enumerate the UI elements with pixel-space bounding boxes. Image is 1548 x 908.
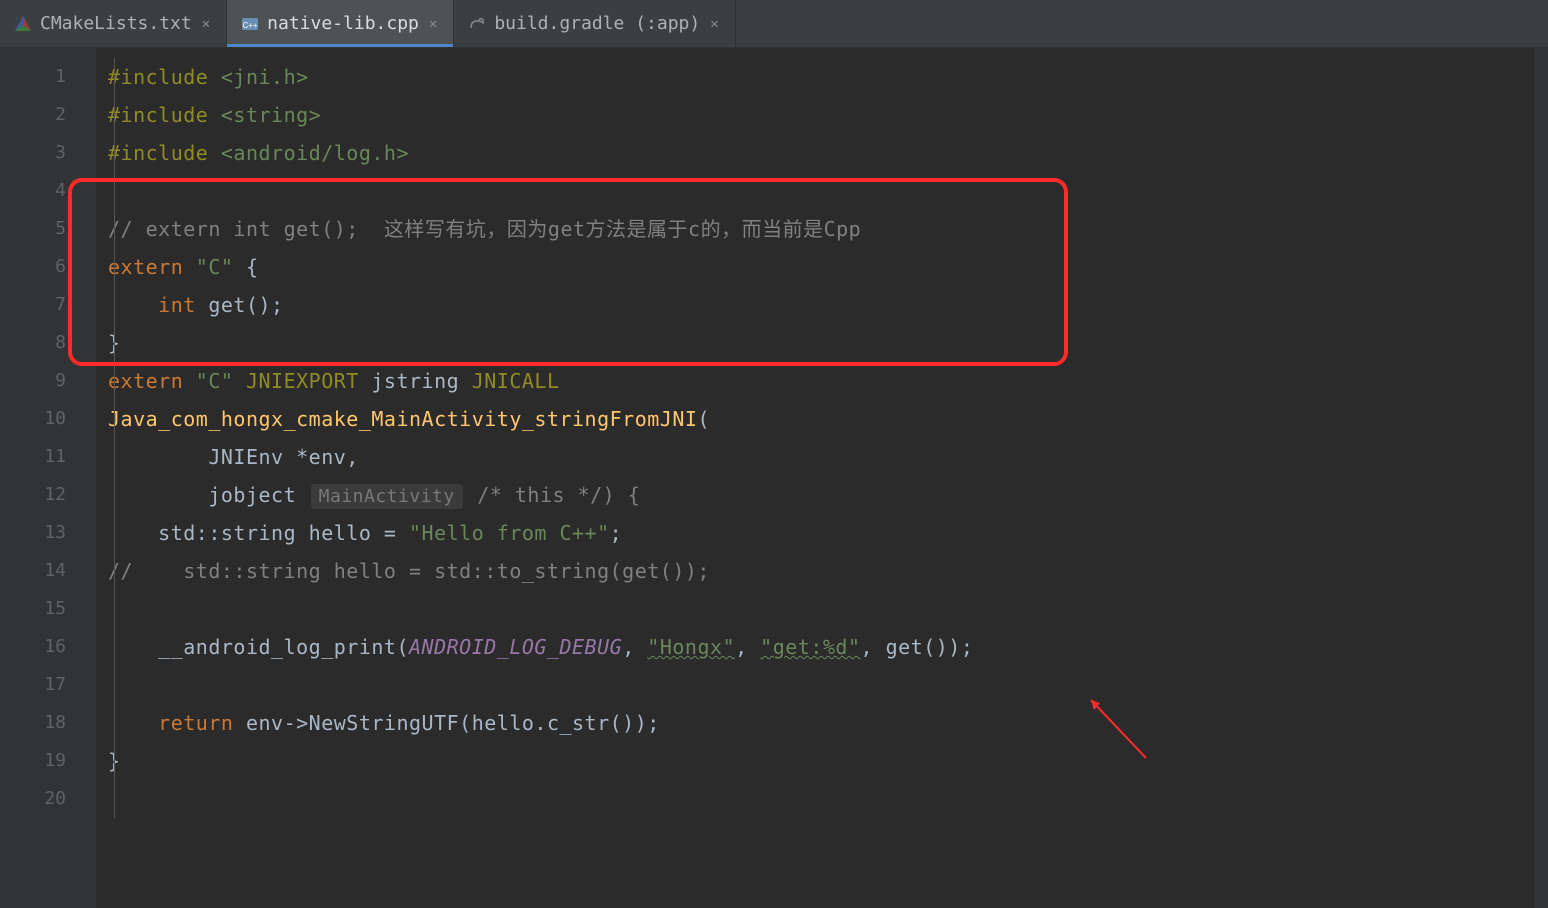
line-number: 9 <box>0 362 96 400</box>
code-line <box>96 666 1534 704</box>
tab-native-lib[interactable]: C++ native-lib.cpp ✕ <box>227 0 454 47</box>
code-line: JNIEnv *env, <box>96 438 1534 476</box>
code-line <box>96 780 1534 818</box>
line-number: 19 <box>0 742 96 780</box>
line-number: 7 <box>0 286 96 324</box>
code-line: extern "C" JNIEXPORT jstring JNICALL <box>96 362 1534 400</box>
code-line <box>96 172 1534 210</box>
svg-text:C++: C++ <box>243 21 258 30</box>
line-number: 20 <box>0 780 96 818</box>
editor-area: 1 2 3 4 5 6 7 8 9 10 11 12 13 14 15 16 1… <box>0 48 1548 908</box>
close-icon[interactable]: ✕ <box>708 14 720 34</box>
line-number: 17 <box>0 666 96 704</box>
tab-label: native-lib.cpp <box>267 13 419 34</box>
cpp-icon: C++ <box>241 15 259 33</box>
error-stripe[interactable] <box>1534 48 1548 908</box>
code-line: extern "C" { <box>96 248 1534 286</box>
line-number: 16 <box>0 628 96 666</box>
code-line: #include <android/log.h> <box>96 134 1534 172</box>
code-line <box>96 590 1534 628</box>
line-number: 2 <box>0 96 96 134</box>
code-line: #include <jni.h> <box>96 58 1534 96</box>
cmake-icon <box>14 15 32 33</box>
code-editor[interactable]: #include <jni.h> #include <string> #incl… <box>96 48 1534 908</box>
tab-bar: CMakeLists.txt ✕ C++ native-lib.cpp ✕ bu… <box>0 0 1548 48</box>
code-line: #include <string> <box>96 96 1534 134</box>
code-line: return env->NewStringUTF(hello.c_str()); <box>96 704 1534 742</box>
tab-build-gradle[interactable]: build.gradle (:app) ✕ <box>454 0 735 47</box>
tab-label: CMakeLists.txt <box>40 13 192 34</box>
line-number: 8 <box>0 324 96 362</box>
code-line: jobject MainActivity /* this */) { <box>96 476 1534 514</box>
line-number: 1 <box>0 58 96 96</box>
line-number: 10 <box>0 400 96 438</box>
gradle-icon <box>468 15 486 33</box>
code-line: } <box>96 324 1534 362</box>
inlay-hint: MainActivity <box>311 484 463 509</box>
fold-guide <box>114 58 115 818</box>
line-number: 14 <box>0 552 96 590</box>
close-icon[interactable]: ✕ <box>427 14 439 34</box>
line-number: 15 <box>0 590 96 628</box>
line-number: 11 <box>0 438 96 476</box>
gutter: 1 2 3 4 5 6 7 8 9 10 11 12 13 14 15 16 1… <box>0 48 96 908</box>
line-number: 4 <box>0 172 96 210</box>
code-line: std::string hello = "Hello from C++"; <box>96 514 1534 552</box>
line-number: 5 <box>0 210 96 248</box>
line-number: 6 <box>0 248 96 286</box>
code-line: int get(); <box>96 286 1534 324</box>
line-number: 12 <box>0 476 96 514</box>
tab-label: build.gradle (:app) <box>494 13 700 34</box>
code-line: // std::string hello = std::to_string(ge… <box>96 552 1534 590</box>
code-line: __android_log_print(ANDROID_LOG_DEBUG, "… <box>96 628 1534 666</box>
code-line: Java_com_hongx_cmake_MainActivity_string… <box>96 400 1534 438</box>
code-line: // extern int get(); 这样写有坑，因为get方法是属于c的，… <box>96 210 1534 248</box>
close-icon[interactable]: ✕ <box>200 14 212 34</box>
tab-cmakelists[interactable]: CMakeLists.txt ✕ <box>0 0 227 47</box>
line-number: 18 <box>0 704 96 742</box>
code-line: } <box>96 742 1534 780</box>
line-number: 13 <box>0 514 96 552</box>
line-number: 3 <box>0 134 96 172</box>
